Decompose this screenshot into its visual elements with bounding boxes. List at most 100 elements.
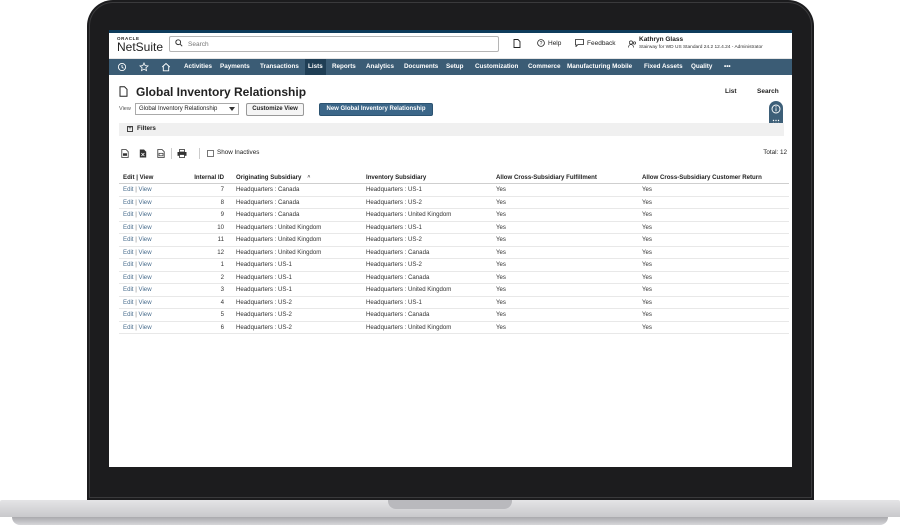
allow-customer-return-cell: Yes bbox=[638, 246, 789, 259]
row-actions: Edit | View bbox=[119, 196, 184, 209]
customize-view-button[interactable]: Customize View bbox=[246, 103, 304, 116]
allow-fulfillment-cell: Yes bbox=[492, 196, 638, 209]
expand-filters-icon[interactable]: + bbox=[127, 126, 133, 132]
allow-fulfillment-cell: Yes bbox=[492, 271, 638, 284]
edit-link[interactable]: Edit bbox=[123, 286, 134, 293]
search-link[interactable]: Search bbox=[757, 88, 779, 95]
export-excel-icon[interactable] bbox=[139, 149, 147, 158]
table-row: Edit | View 11 Headquarters : United Kingd… bbox=[119, 233, 789, 247]
nav-activities[interactable]: Activities bbox=[181, 59, 215, 75]
edit-link[interactable]: Edit bbox=[123, 211, 134, 218]
recent-records-button[interactable] bbox=[513, 39, 521, 48]
internal-id-cell: 9 bbox=[184, 208, 232, 222]
allow-customer-return-cell: Yes bbox=[638, 258, 789, 272]
col-allow-fulfillment[interactable]: Allow Cross-Subsidiary Fulfillment bbox=[492, 172, 638, 184]
allow-customer-return-cell: Yes bbox=[638, 183, 789, 197]
view-link[interactable]: View bbox=[139, 224, 152, 231]
allow-fulfillment-cell: Yes bbox=[492, 221, 638, 234]
table-row: Edit | View 10 Headquarters : United Kingd… bbox=[119, 221, 789, 234]
table-row: Edit | View 2 Headquarters : US-1 Headquart… bbox=[119, 271, 789, 284]
nav-commerce[interactable]: Commerce bbox=[525, 59, 564, 75]
allow-fulfillment-cell: Yes bbox=[492, 208, 638, 222]
view-link[interactable]: View bbox=[139, 299, 152, 306]
col-originating-subsidiary[interactable]: Originating Subsidiary ^ bbox=[232, 172, 362, 184]
show-inactives-label[interactable]: Show Inactives bbox=[217, 149, 259, 156]
filters-bar[interactable]: + Filters bbox=[119, 123, 784, 136]
originating-subsidiary-cell: Headquarters : Canada bbox=[232, 183, 362, 197]
table-row: Edit | View 5 Headquarters : US-2 Headquart… bbox=[119, 308, 789, 322]
view-link[interactable]: View bbox=[139, 286, 152, 293]
originating-subsidiary-cell: Headquarters : Canada bbox=[232, 196, 362, 209]
view-link[interactable]: View bbox=[139, 186, 152, 193]
nav-more[interactable]: ••• bbox=[721, 59, 734, 75]
internal-id-cell: 11 bbox=[184, 233, 232, 247]
export-pdf-icon[interactable] bbox=[157, 149, 165, 158]
nav-customization[interactable]: Customization bbox=[472, 59, 521, 75]
search-input[interactable] bbox=[188, 37, 488, 51]
table-row: Edit | View 8 Headquarters : Canada Headqua… bbox=[119, 196, 789, 209]
col-inventory-subsidiary[interactable]: Inventory Subsidiary bbox=[362, 172, 492, 184]
edit-link[interactable]: Edit bbox=[123, 186, 134, 193]
table-row: Edit | View 7 Headquarters : Canada Headqua… bbox=[119, 183, 789, 197]
view-link[interactable]: View bbox=[139, 311, 152, 318]
originating-subsidiary-cell: Headquarters : United Kingdom bbox=[232, 246, 362, 259]
internal-id-cell: 4 bbox=[184, 296, 232, 309]
toolbar-divider bbox=[199, 148, 200, 159]
new-relationship-button[interactable]: New Global Inventory Relationship bbox=[319, 103, 433, 116]
col-internal-id[interactable]: Internal ID bbox=[184, 172, 232, 184]
edit-link[interactable]: Edit bbox=[123, 311, 134, 318]
nav-analytics[interactable]: Analytics bbox=[363, 59, 397, 75]
help-label: Help bbox=[548, 39, 562, 47]
nav-reports[interactable]: Reports bbox=[329, 59, 359, 75]
filters-label[interactable]: Filters bbox=[137, 125, 156, 132]
nav-manufacturing-mobile[interactable]: Manufacturing Mobile bbox=[564, 59, 635, 75]
record-doc-icon bbox=[119, 86, 128, 97]
edit-link[interactable]: Edit bbox=[123, 236, 134, 243]
view-link[interactable]: View bbox=[139, 199, 152, 206]
view-link[interactable]: View bbox=[139, 211, 152, 218]
col-allow-customer-return[interactable]: Allow Cross-Subsidiary Customer Return bbox=[638, 172, 789, 184]
edit-link[interactable]: Edit bbox=[123, 324, 134, 331]
view-link[interactable]: View bbox=[139, 236, 152, 243]
table-body: Edit | View 7 Headquarters : Canada Headqua… bbox=[119, 183, 789, 334]
user-role[interactable]: Stairway for WD US Standard 24.2 12.4.24… bbox=[639, 45, 763, 50]
nav-transactions[interactable]: Transactions bbox=[257, 59, 302, 75]
table-row: Edit | View 9 Headquarters : Canada Headqua… bbox=[119, 208, 789, 222]
global-search[interactable] bbox=[169, 36, 499, 52]
feedback-button[interactable]: Feedback bbox=[575, 39, 616, 47]
view-link[interactable]: View bbox=[139, 274, 152, 281]
view-link[interactable]: View bbox=[139, 324, 152, 331]
netsuite-logo[interactable]: ORACLE NetSuite bbox=[117, 36, 163, 54]
view-link[interactable]: View bbox=[139, 249, 152, 256]
export-csv-icon[interactable] bbox=[121, 149, 129, 158]
home-icon[interactable] bbox=[161, 62, 171, 72]
edit-link[interactable]: Edit bbox=[123, 224, 134, 231]
view-label: View bbox=[119, 106, 131, 112]
show-inactives-checkbox[interactable] bbox=[207, 150, 214, 157]
edit-link[interactable]: Edit bbox=[123, 261, 134, 268]
internal-id-cell: 3 bbox=[184, 283, 232, 297]
list-link[interactable]: List bbox=[725, 88, 737, 95]
toolbar-divider bbox=[171, 148, 172, 159]
recent-icon[interactable] bbox=[117, 62, 127, 72]
nav-fixed-assets[interactable]: Fixed Assets bbox=[641, 59, 686, 75]
view-select[interactable]: Global Inventory Relationship bbox=[135, 103, 239, 115]
nav-setup[interactable]: Setup bbox=[443, 59, 467, 75]
user-name[interactable]: Kathryn Glass bbox=[639, 36, 683, 43]
users-icon[interactable] bbox=[628, 40, 637, 48]
help-button[interactable]: ? Help bbox=[537, 39, 561, 47]
originating-subsidiary-cell: Headquarters : United Kingdom bbox=[232, 221, 362, 234]
star-icon[interactable] bbox=[139, 62, 149, 72]
edit-link[interactable]: Edit bbox=[123, 249, 134, 256]
nav-payments[interactable]: Payments bbox=[217, 59, 253, 75]
allow-fulfillment-cell: Yes bbox=[492, 258, 638, 272]
originating-subsidiary-cell: Headquarters : US-1 bbox=[232, 271, 362, 284]
edit-link[interactable]: Edit bbox=[123, 274, 134, 281]
edit-link[interactable]: Edit bbox=[123, 199, 134, 206]
print-icon[interactable] bbox=[177, 149, 187, 158]
view-link[interactable]: View bbox=[139, 261, 152, 268]
nav-documents[interactable]: Documents bbox=[401, 59, 441, 75]
edit-link[interactable]: Edit bbox=[123, 299, 134, 306]
nav-lists[interactable]: Lists bbox=[305, 59, 326, 75]
nav-quality[interactable]: Quality bbox=[688, 59, 715, 75]
